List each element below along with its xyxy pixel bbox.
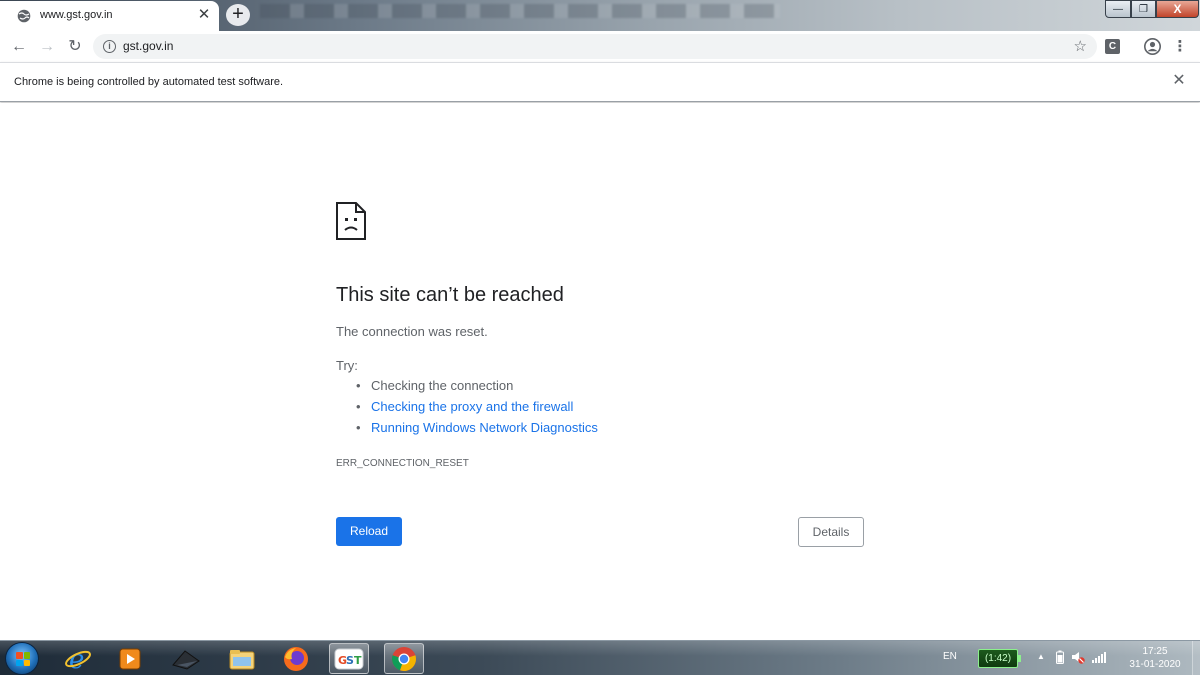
- minimize-button[interactable]: —: [1105, 0, 1131, 18]
- more-menu-icon[interactable]: ⋮: [1172, 38, 1188, 56]
- file-explorer-icon: [229, 649, 255, 669]
- reload-button[interactable]: Reload: [336, 517, 402, 546]
- battery-indicator[interactable]: (1:42): [978, 649, 1021, 668]
- clock-date: 31-01-2020: [1129, 659, 1181, 670]
- reload-icon[interactable]: ↻: [65, 37, 85, 57]
- infobar-message: Chrome is being controlled by automated …: [14, 76, 284, 88]
- close-window-button[interactable]: X: [1156, 0, 1199, 18]
- details-button[interactable]: Details: [798, 517, 864, 547]
- new-tab-button[interactable]: +: [226, 4, 250, 26]
- show-desktop-button[interactable]: [1192, 641, 1200, 675]
- folder-app-icon: [172, 649, 200, 670]
- volume-muted-icon[interactable]: [1071, 650, 1085, 664]
- internet-explorer-icon[interactable]: e: [58, 643, 98, 674]
- suggestion-item: Checking the connection: [356, 375, 598, 396]
- show-hidden-icons-icon[interactable]: ▲: [1037, 652, 1045, 661]
- firefox-icon[interactable]: [276, 643, 316, 674]
- browser-toolbar: ← → ↻ i gst.gov.in ☆ C ⋮: [0, 31, 1200, 62]
- internet-explorer-icon: e: [65, 645, 91, 673]
- address-bar[interactable]: i gst.gov.in ☆: [93, 34, 1097, 59]
- browser-title-bar: www.gst.gov.in ✕ + — ❐ X: [0, 0, 1200, 31]
- maximize-button[interactable]: ❐: [1131, 0, 1156, 18]
- folder-app-icon[interactable]: [166, 643, 206, 674]
- clock-time: 17:25: [1142, 646, 1168, 657]
- suggestion-list: Checking the connection Checking the pro…: [356, 375, 598, 438]
- chrome-icon[interactable]: [384, 643, 424, 674]
- bookmark-star-icon[interactable]: ☆: [1074, 37, 1087, 55]
- windows-logo-icon: [16, 652, 30, 666]
- globe-icon: [17, 9, 31, 23]
- chrome-icon: [392, 646, 416, 671]
- file-explorer-icon[interactable]: [222, 643, 262, 674]
- media-player-icon[interactable]: [110, 643, 150, 674]
- try-label: Try:: [336, 358, 358, 373]
- svg-text:S: S: [346, 654, 354, 667]
- gst-app-icon: G S T: [334, 648, 364, 669]
- background-window-text: [260, 4, 780, 18]
- browser-tab[interactable]: www.gst.gov.in ✕: [0, 1, 219, 31]
- svg-text:e: e: [69, 645, 84, 673]
- window-controls: — ❐ X: [1105, 0, 1199, 18]
- sad-page-icon: [336, 202, 366, 240]
- battery-icon[interactable]: [1056, 650, 1064, 664]
- tab-title: www.gst.gov.in: [40, 9, 113, 21]
- suggestion-link-network-diagnostics[interactable]: Running Windows Network Diagnostics: [356, 417, 598, 438]
- infobar-close-icon[interactable]: ✕: [1170, 72, 1188, 90]
- firefox-icon: [284, 646, 308, 671]
- gst-app-icon[interactable]: G S T: [329, 643, 369, 674]
- address-url: gst.gov.in: [123, 39, 174, 53]
- back-arrow-icon[interactable]: ←: [9, 37, 29, 57]
- error-description: The connection was reset.: [336, 324, 488, 339]
- screen: www.gst.gov.in ✕ + — ❐ X ← → ↻ i gst.gov…: [0, 0, 1200, 675]
- start-button[interactable]: [5, 642, 39, 675]
- tab-close-icon[interactable]: ✕: [196, 7, 212, 23]
- page-title: This site can’t be reached: [336, 284, 564, 306]
- extension-c-icon[interactable]: C: [1105, 39, 1120, 54]
- account-icon[interactable]: [1144, 38, 1161, 55]
- svg-text:T: T: [354, 654, 362, 667]
- error-code: ERR_CONNECTION_RESET: [336, 458, 469, 469]
- automation-infobar: Chrome is being controlled by automated …: [0, 62, 1200, 102]
- page-content: This site can’t be reached The connectio…: [0, 103, 1200, 640]
- taskbar-clock[interactable]: 17:25 31-01-2020: [1118, 645, 1192, 671]
- system-tray: [1056, 650, 1106, 664]
- windows-taskbar: e G S T EN (1:42) ▲ 17:25 31-01-2020: [0, 640, 1200, 675]
- media-player-icon: [119, 648, 141, 669]
- language-indicator[interactable]: EN: [943, 651, 957, 662]
- site-info-icon[interactable]: i: [103, 40, 116, 53]
- network-signal-icon[interactable]: [1092, 651, 1106, 663]
- forward-arrow-icon[interactable]: →: [37, 37, 57, 57]
- suggestion-link-proxy-firewall[interactable]: Checking the proxy and the firewall: [356, 396, 598, 417]
